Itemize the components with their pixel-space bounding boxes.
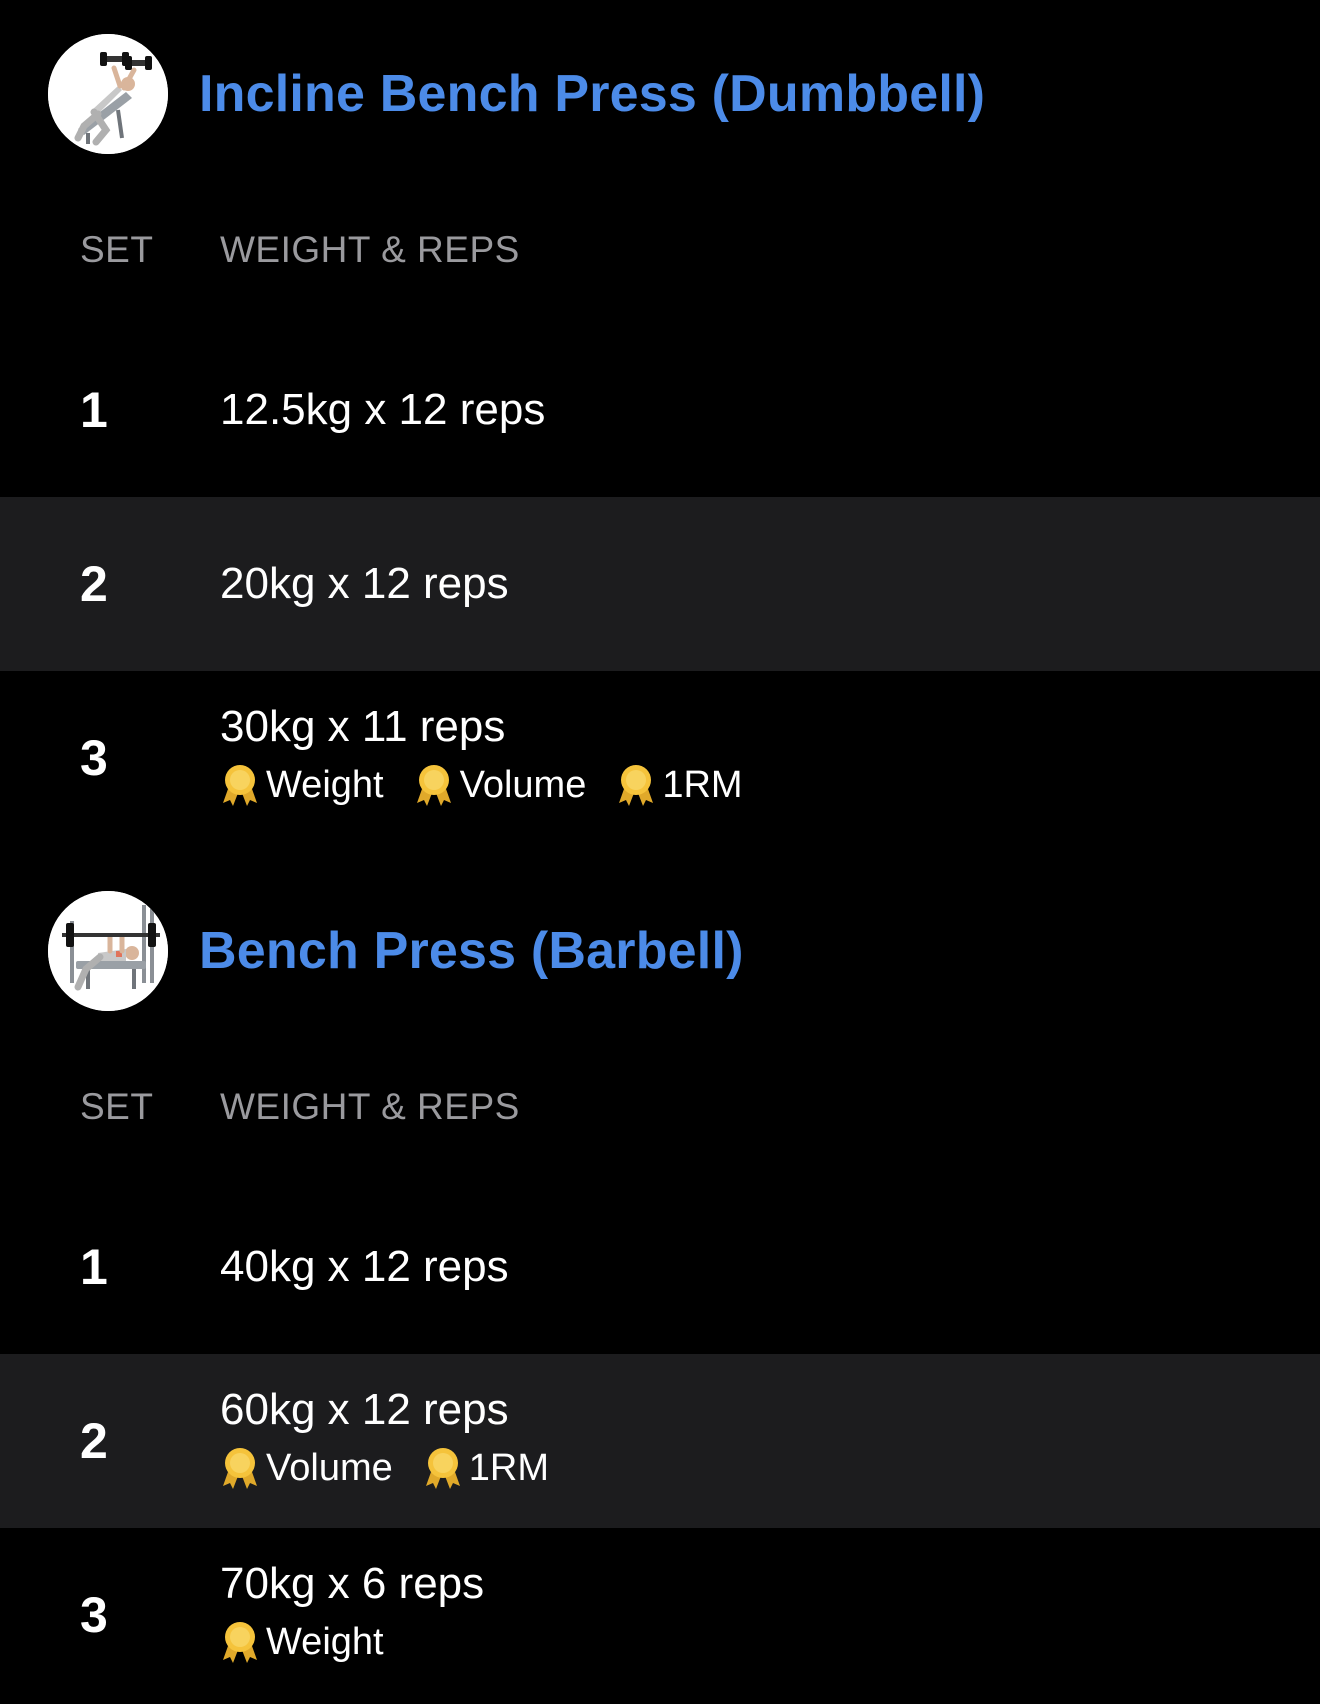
exercise-header[interactable]: Incline Bench Press (Dumbbell) [0,0,1320,190]
set-row: 3 30kg x 11 reps Weight Volume 1RM [0,671,1320,845]
pr-badge-volume: Volume [414,762,587,808]
barbell-bench-press-icon[interactable] [48,891,168,1011]
set-number: 3 [80,1587,108,1643]
medal-icon [220,763,260,807]
pr-badge-volume: Volume [220,1445,393,1491]
set-row: 1 40kg x 12 reps [0,1180,1320,1354]
personal-record-badges: Weight [220,1618,414,1666]
badge-label: Volume [459,764,587,806]
set-number: 1 [80,1239,108,1295]
set-row: 1 12.5kg x 12 reps [0,323,1320,497]
badge-label: Volume [266,1447,393,1489]
set-weight-reps: 40kg x 12 reps [220,1242,509,1291]
set-row: 3 70kg x 6 reps Weight [0,1528,1320,1702]
set-number: 2 [80,556,108,612]
set-number: 1 [80,382,108,438]
set-weight-reps: 20kg x 12 reps [220,559,509,608]
badge-label: 1RM [468,1447,549,1489]
medal-icon [220,1620,260,1664]
exercise-title[interactable]: Bench Press (Barbell) [199,919,744,983]
set-weight-reps: 12.5kg x 12 reps [220,385,546,434]
badge-label: Weight [266,764,384,806]
column-header-set: SET [80,229,154,270]
exercise-header[interactable]: Bench Press (Barbell) [0,857,1320,1047]
set-row: 2 20kg x 12 reps [0,497,1320,671]
column-header-set: SET [80,1086,154,1127]
badge-label: Weight [266,1621,384,1663]
pr-badge-1rm: 1RM [423,1445,549,1491]
set-weight-reps: 30kg x 11 reps [220,702,506,751]
medal-icon [423,1446,463,1490]
personal-record-badges: Volume 1RM [220,1444,579,1492]
exercise-title[interactable]: Incline Bench Press (Dumbbell) [199,62,985,126]
medal-icon [220,1446,260,1490]
medal-icon [414,763,454,807]
incline-dumbbell-press-icon[interactable] [48,34,168,154]
pr-badge-weight: Weight [220,1619,384,1665]
set-number: 2 [80,1413,108,1469]
set-row: 2 60kg x 12 reps Volume 1RM [0,1354,1320,1528]
pr-badge-1rm: 1RM [616,762,743,808]
column-header-weight-reps: WEIGHT & REPS [220,229,520,270]
badge-label: 1RM [662,764,743,806]
column-header-weight-reps: WEIGHT & REPS [220,1086,520,1127]
medal-icon [616,763,656,807]
personal-record-badges: Weight Volume 1RM [220,761,773,809]
pr-badge-weight: Weight [220,762,384,808]
set-number: 3 [80,730,108,786]
set-weight-reps: 70kg x 6 reps [220,1559,485,1608]
set-weight-reps: 60kg x 12 reps [220,1385,509,1434]
